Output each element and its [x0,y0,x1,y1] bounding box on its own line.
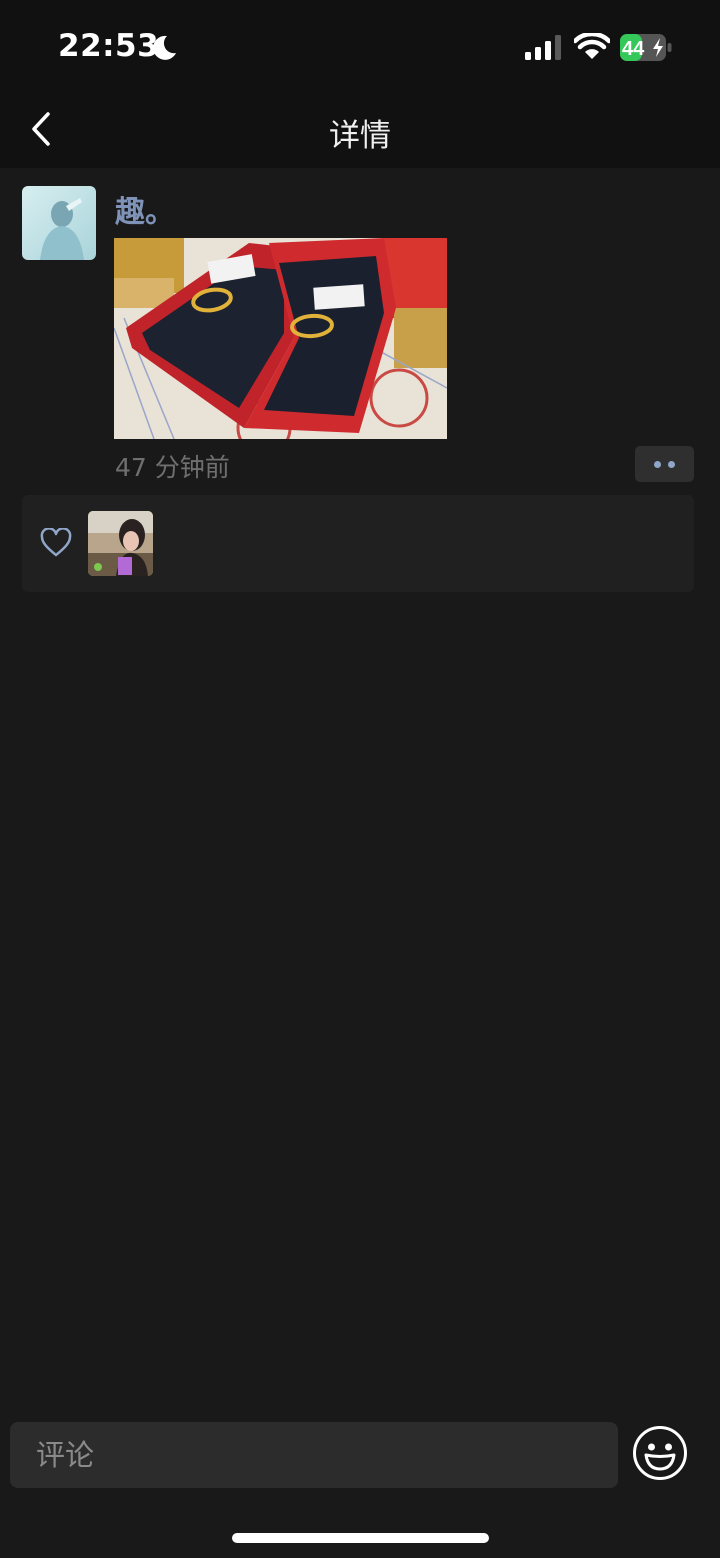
battery-icon: 44 [620,34,672,61]
comment-box[interactable] [10,1422,618,1488]
post-time: 47 分钟前 [115,453,230,482]
more-dots-icon [654,461,661,468]
more-dots-icon-2 [668,461,675,468]
page-title: 详情 [329,118,391,154]
wifi-icon [574,33,610,59]
heart-icon [40,528,72,557]
comment-input[interactable] [10,1422,618,1488]
author-avatar[interactable] [22,186,96,260]
status-bar: 22:53 44 [0,0,720,90]
likes-panel [22,495,694,592]
more-button[interactable] [635,446,694,482]
liker-avatar[interactable] [88,511,153,576]
post-author-name[interactable]: 趣。 [115,187,175,231]
signal-icon [525,35,561,60]
moon-icon [153,35,176,60]
nav-bar: 详情 [0,90,720,168]
status-time: 22:53 [58,28,160,64]
emoji-icon[interactable] [632,1425,688,1481]
battery-level: 44 [622,38,645,60]
post-photo[interactable] [114,238,447,439]
home-indicator [232,1533,489,1543]
